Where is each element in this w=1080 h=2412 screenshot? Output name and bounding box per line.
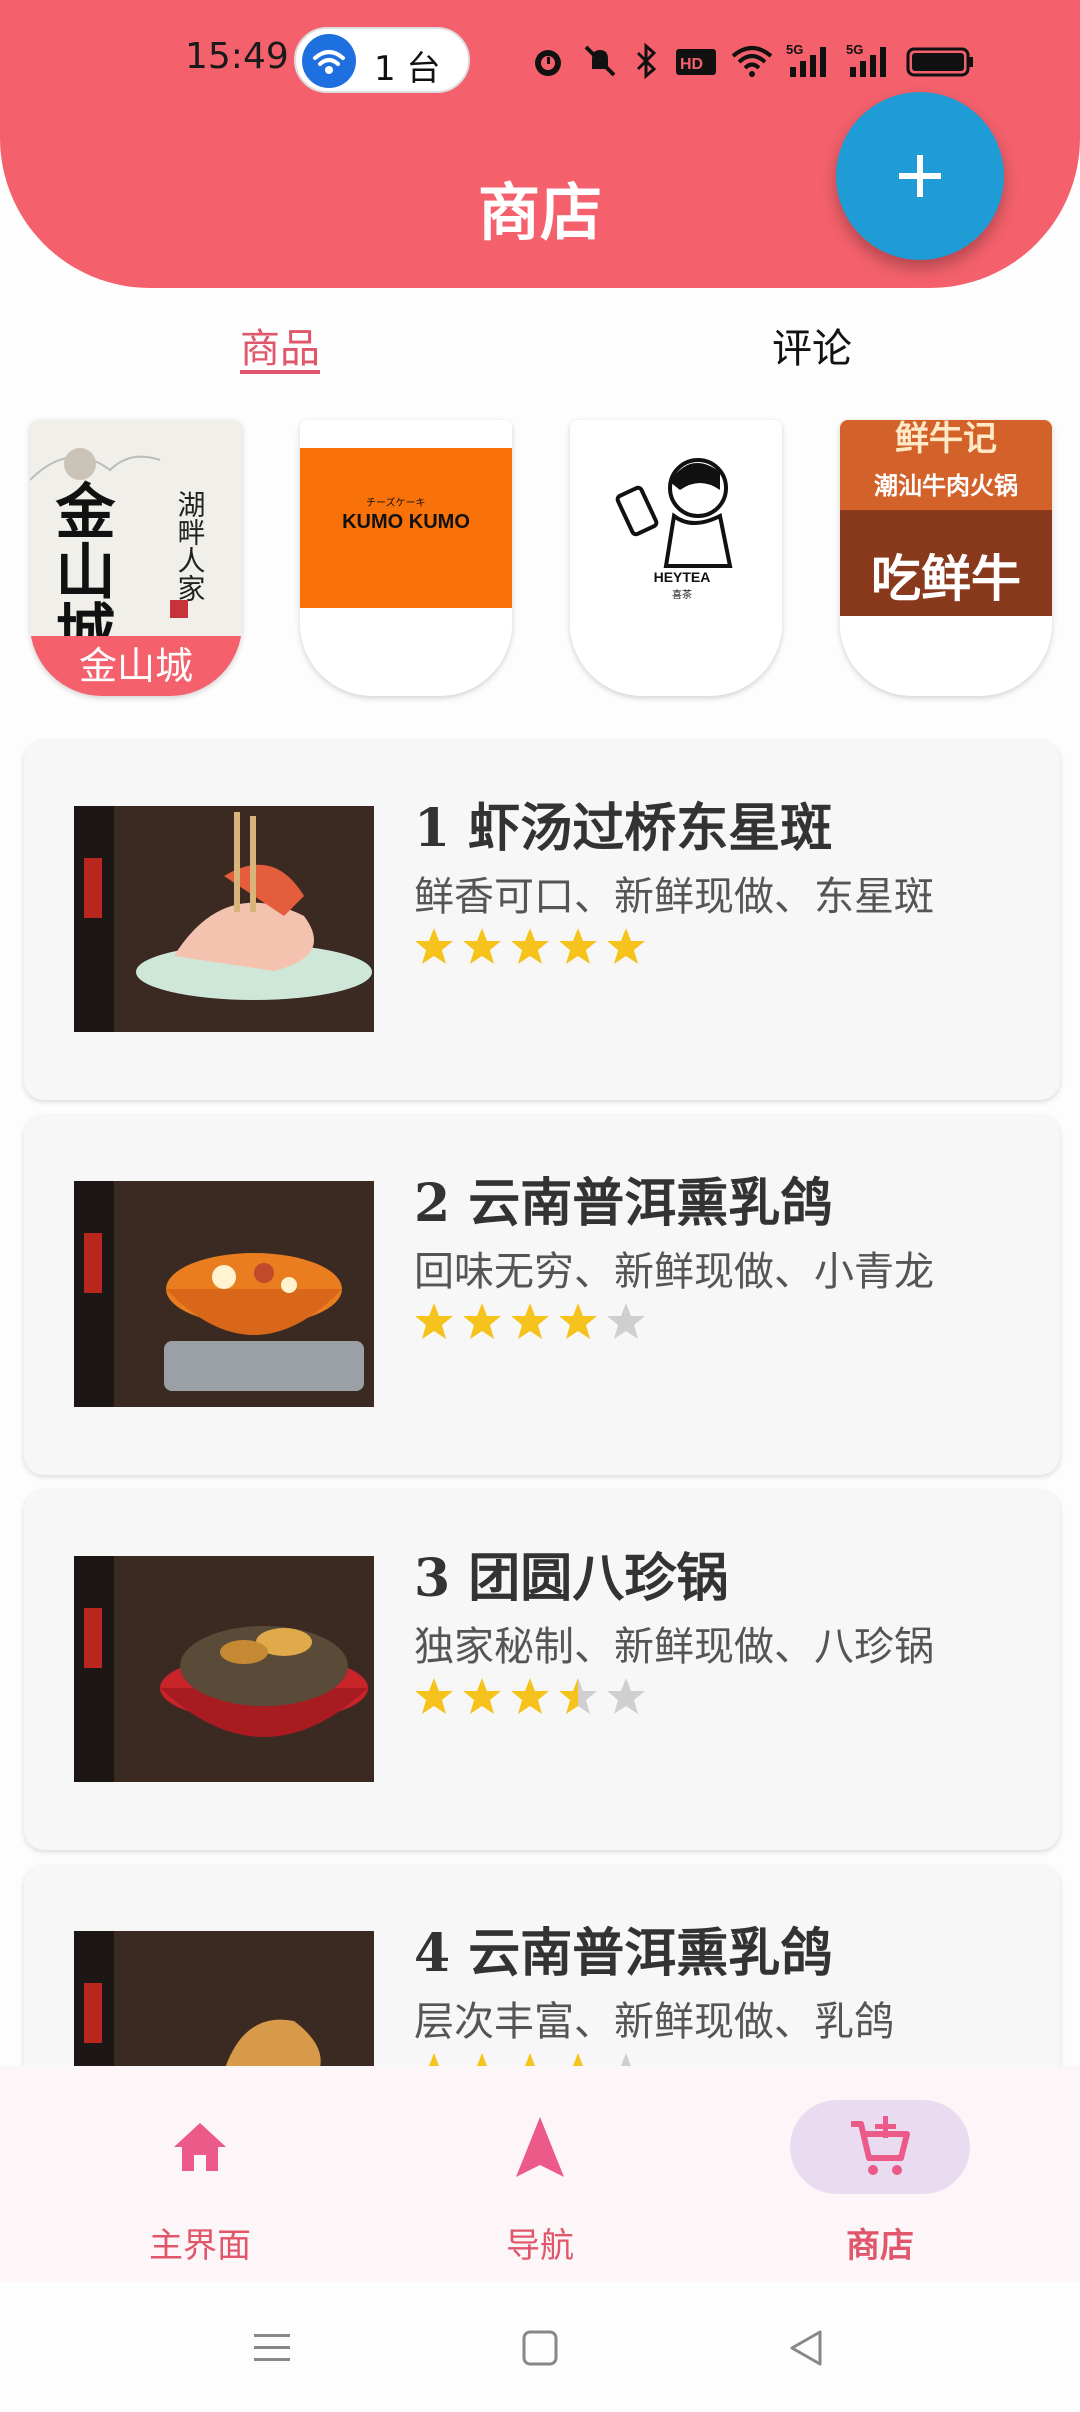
kumo-subtext: チーズケーキ [366, 496, 426, 509]
status-icons: HD 5G 5G [528, 36, 976, 86]
product-title: 3 团圆八珍锅 [414, 1548, 729, 1609]
rating-stars [414, 1301, 646, 1341]
kumo-logo-text: KUMO KUMO [342, 511, 470, 533]
store-label-selected: 金山城 [30, 636, 242, 696]
home-system-button[interactable] [510, 2318, 570, 2378]
product-card[interactable]: 1 虾汤过桥东星斑 鲜香可口、新鲜现做、东星斑 [24, 740, 1060, 1100]
star-filled-icon [463, 928, 501, 964]
product-card[interactable]: 4 云南普洱熏乳鸽 层次丰富、新鲜现做、乳鸽 [24, 1865, 1060, 2066]
store-logo-heytea: HEYTEA 喜茶 [570, 420, 782, 636]
menu-icon [254, 2334, 290, 2361]
nav-icon-wrap [110, 2100, 290, 2194]
product-card[interactable]: 2 云南普洱熏乳鸽 回味无穷、新鲜现做、小青龙 [24, 1115, 1060, 1475]
store-card-kumokumo[interactable]: チーズケーキ KUMO KUMO [300, 420, 512, 696]
star-filled-icon [463, 2053, 501, 2066]
menu-button[interactable] [242, 2318, 302, 2378]
store-card-xianniuji[interactable]: 鲜牛记 潮汕牛肉火锅 吃鲜牛 [840, 420, 1052, 696]
star-filled-icon [415, 928, 453, 964]
heytea-subtext: 喜茶 [672, 588, 692, 601]
signal-5g-icon: 5G [846, 42, 886, 77]
alarm-icon [535, 50, 561, 76]
hotspot-count: 1 台 [374, 49, 441, 89]
star-empty-icon [607, 1678, 645, 1714]
store-logo-jinshancheng: 金山城 湖畔人家 [30, 420, 242, 636]
xianniuji-logo-text: 鲜牛记 [895, 420, 997, 459]
battery-icon [906, 47, 973, 77]
rating-stars [414, 2051, 646, 2066]
nav-item-navigation[interactable]: 导航 [360, 2066, 720, 2282]
star-filled-icon [415, 1303, 453, 1339]
status-time: 15:49 [185, 36, 289, 77]
store-logo-text: 金山城 [45, 480, 115, 636]
add-button[interactable] [836, 92, 1004, 260]
back-button[interactable] [776, 2318, 836, 2378]
product-title: 2 云南普洱熏乳鸽 [414, 1173, 833, 1234]
star-filled-icon [511, 1678, 549, 1714]
nav-label-navigation: 导航 [506, 2226, 574, 2266]
svg-text:HD: HD [680, 56, 703, 73]
star-filled-icon [463, 1303, 501, 1339]
star-filled-icon [511, 1303, 549, 1339]
tab-reviews[interactable]: 评论 [772, 316, 852, 374]
product-image [74, 1556, 374, 1782]
nav-icon-wrap [450, 2100, 630, 2194]
rating-stars [414, 926, 646, 966]
nav-item-home[interactable]: 主界面 [20, 2066, 380, 2282]
product-desc: 层次丰富、新鲜现做、乳鸽 [414, 1999, 894, 2045]
xianniuji-slogan: 吃鲜牛 [871, 549, 1021, 608]
nav-item-store[interactable]: 商店 [700, 2066, 1060, 2282]
rating-stars [414, 1676, 646, 1716]
square-icon [522, 2330, 558, 2366]
nav-label-home: 主界面 [149, 2226, 251, 2266]
svg-text:5G: 5G [786, 42, 803, 57]
heytea-logo-text: HEYTEA [654, 569, 711, 585]
star-half-icon [559, 1678, 597, 1714]
star-filled-icon [559, 2053, 597, 2066]
signal-5g-icon: 5G [786, 42, 826, 77]
store-card-heytea[interactable]: HEYTEA 喜茶 [570, 420, 782, 696]
star-filled-icon [415, 2053, 453, 2066]
tab-goods[interactable]: 商品 [240, 316, 320, 374]
product-card[interactable]: 3 团圆八珍锅 独家秘制、新鲜现做、八珍锅 [24, 1490, 1060, 1850]
wifi-icon [731, 46, 773, 77]
xianniuji-subtext: 潮汕牛肉火锅 [874, 471, 1018, 500]
hotspot-icon [302, 34, 356, 88]
mute-icon [584, 45, 616, 77]
svg-text:5G: 5G [846, 42, 863, 57]
hotspot-pill[interactable]: 1 台 [294, 27, 470, 93]
star-filled-icon [607, 928, 645, 964]
product-list[interactable]: 1 虾汤过桥东星斑 鲜香可口、新鲜现做、东星斑 2 云南普洱熏乳鸽 回味无穷、新… [0, 738, 1080, 2066]
product-desc: 回味无穷、新鲜现做、小青龙 [414, 1249, 934, 1295]
product-image [74, 1181, 374, 1407]
star-filled-icon [463, 1678, 501, 1714]
star-filled-icon [559, 1303, 597, 1339]
back-triangle-icon [790, 2330, 822, 2366]
store-card-jinshancheng[interactable]: 金山城 湖畔人家 金山城 [30, 420, 242, 696]
cart-add-icon [851, 2116, 910, 2175]
store-logo-kumokumo: チーズケーキ KUMO KUMO [300, 420, 512, 636]
star-filled-icon [559, 928, 597, 964]
plus-icon [899, 155, 941, 197]
star-filled-icon [415, 1678, 453, 1714]
product-desc: 独家秘制、新鲜现做、八珍锅 [414, 1624, 934, 1670]
star-filled-icon [511, 2053, 549, 2066]
store-logo-xianniuji: 鲜牛记 潮汕牛肉火锅 吃鲜牛 [840, 420, 1052, 636]
nav-icon-wrap [790, 2100, 970, 2194]
system-nav-bar [0, 2282, 1080, 2412]
store-logo-subtext: 湖畔人家 [174, 490, 207, 602]
product-image [74, 806, 374, 1032]
navigation-icon [516, 2117, 564, 2177]
nav-label-store: 商店 [846, 2226, 914, 2266]
star-filled-icon [511, 928, 549, 964]
star-empty-icon [607, 2053, 645, 2066]
home-icon [174, 2123, 226, 2171]
star-empty-icon [607, 1303, 645, 1339]
bluetooth-icon [636, 42, 657, 80]
product-title: 4 云南普洱熏乳鸽 [414, 1923, 833, 1984]
hd-icon: HD [676, 49, 716, 75]
product-title: 1 虾汤过桥东星斑 [414, 798, 833, 859]
bottom-nav: 主界面 导航 商店 [0, 2066, 1080, 2282]
product-image [74, 1931, 374, 2066]
product-desc: 鲜香可口、新鲜现做、东星斑 [414, 874, 934, 920]
